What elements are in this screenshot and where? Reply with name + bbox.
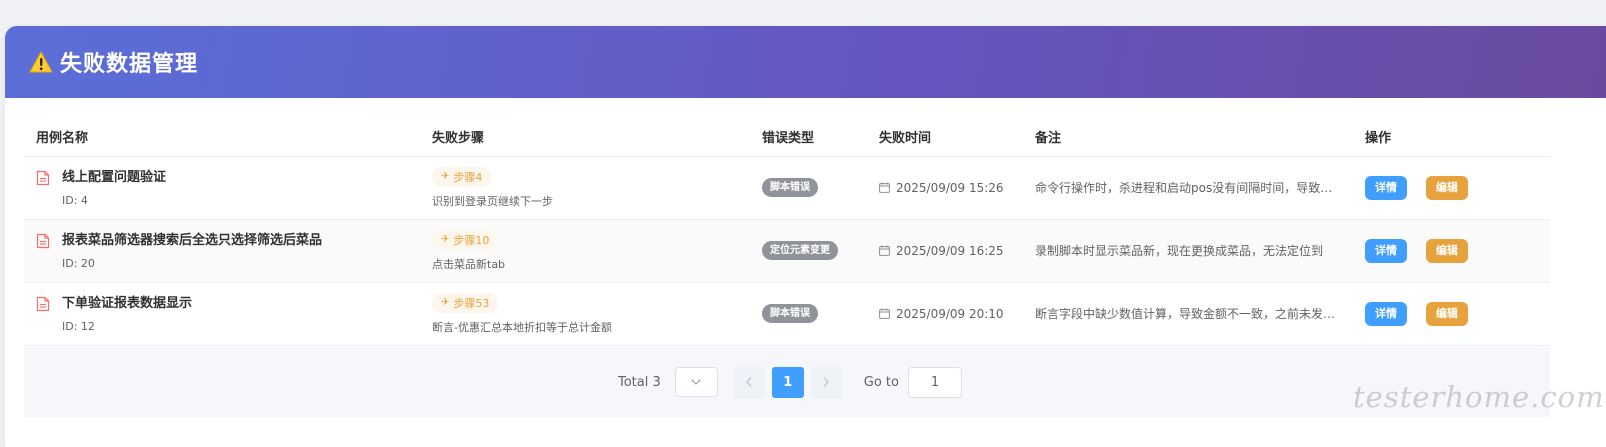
- document-icon: [36, 170, 50, 185]
- pin-icon: ✈: [441, 234, 450, 245]
- prev-page-button[interactable]: [733, 366, 765, 398]
- cell-failed-step: ✈ 步骤53 断言-优惠汇总本地折扣等于总计金额: [420, 282, 750, 346]
- cell-actions: 详情 编辑: [1353, 282, 1550, 346]
- cell-note: 录制脚本时显示菜品新，现在更换成菜品，无法定位到: [1023, 219, 1353, 283]
- cell-case-name: 线上配置问题验证 ID: 4: [24, 156, 420, 220]
- page-title: 失败数据管理: [60, 52, 199, 77]
- step-tag: ✈ 步骤4: [432, 166, 492, 187]
- case-name: 下单验证报表数据显示: [62, 295, 193, 311]
- step-label: 步骤4: [453, 170, 483, 184]
- column-header-actions: 操作: [1353, 118, 1550, 157]
- table-row: 线上配置问题验证 ID: 4 ✈ 步骤4 识别到登录页继续下一步 脚本错误 20…: [24, 156, 1550, 220]
- detail-button[interactable]: 详情: [1365, 238, 1407, 263]
- step-tag: ✈ 步骤10: [432, 229, 499, 250]
- detail-button[interactable]: 详情: [1365, 301, 1407, 326]
- next-page-button[interactable]: [810, 366, 842, 398]
- note-text: 命令行操作时，杀进程和启动pos没有间隔时间，导致启动失败: [1035, 181, 1353, 195]
- case-name: 报表菜品筛选器搜索后全选只选择筛选后菜品: [62, 232, 323, 248]
- edit-button[interactable]: 编辑: [1425, 301, 1468, 326]
- column-header-failed-step[interactable]: 失败步骤: [420, 118, 750, 157]
- case-id: ID: 12: [62, 319, 95, 333]
- note-text: 断言字段中缺少数值计算，导致金额不一致，之前未发现该问题: [1035, 307, 1353, 321]
- cell-actions: 详情 编辑: [1353, 219, 1550, 283]
- calendar-icon: [879, 245, 890, 256]
- note-text: 录制脚本时显示菜品新，现在更换成菜品，无法定位到: [1035, 244, 1324, 258]
- cell-error-type: 定位元素变更: [750, 219, 867, 283]
- edit-button[interactable]: 编辑: [1425, 238, 1468, 263]
- table-row: 报表菜品筛选器搜索后全选只选择筛选后菜品 ID: 20 ✈ 步骤10 点击菜品新…: [24, 219, 1550, 283]
- table-row: 下单验证报表数据显示 ID: 12 ✈ 步骤53 断言-优惠汇总本地折扣等于总计…: [24, 282, 1550, 346]
- column-header-error-type[interactable]: 错误类型: [750, 118, 867, 157]
- chevron-left-icon: [746, 377, 752, 387]
- step-description: 断言-优惠汇总本地折扣等于总计金额: [432, 320, 612, 334]
- cell-failed-time: 2025/09/09 20:10: [867, 282, 1023, 346]
- failed-time: 2025/09/09 20:10: [896, 306, 1004, 321]
- table-header-row: 用例名称 失败步骤 错误类型 失败时间 备注 操作: [24, 118, 1550, 157]
- cell-case-name: 下单验证报表数据显示 ID: 12: [24, 282, 420, 346]
- goto-label: Go to: [863, 374, 899, 390]
- error-type-badge: 定位元素变更: [762, 241, 838, 260]
- step-label: 步骤10: [453, 233, 490, 247]
- cell-error-type: 脚本错误: [750, 282, 867, 346]
- pin-icon: ✈: [441, 171, 450, 182]
- column-header-note[interactable]: 备注: [1023, 118, 1353, 157]
- cell-case-name: 报表菜品筛选器搜索后全选只选择筛选后菜品 ID: 20: [24, 219, 420, 283]
- watermark: testerhome.com: [1353, 380, 1605, 414]
- failed-time: 2025/09/09 16:25: [896, 243, 1004, 258]
- page-size-select[interactable]: [674, 367, 718, 397]
- cell-failed-step: ✈ 步骤10 点击菜品新tab: [420, 219, 750, 283]
- warning-icon: [29, 51, 53, 73]
- cell-failed-time: 2025/09/09 15:26: [867, 156, 1023, 220]
- cell-failed-step: ✈ 步骤4 识别到登录页继续下一步: [420, 156, 750, 220]
- document-icon: [36, 296, 50, 311]
- chevron-down-icon: [691, 379, 702, 385]
- chevron-right-icon: [823, 377, 830, 387]
- column-header-case-name[interactable]: 用例名称: [24, 118, 420, 157]
- failed-time: 2025/09/09 15:26: [896, 180, 1004, 195]
- case-name: 线上配置问题验证: [62, 169, 167, 185]
- pin-icon: ✈: [441, 297, 450, 308]
- step-description: 识别到登录页继续下一步: [432, 194, 553, 208]
- step-label: 步骤53: [453, 296, 490, 310]
- cell-failed-time: 2025/09/09 16:25: [867, 219, 1023, 283]
- case-id: ID: 20: [62, 256, 95, 270]
- edit-button[interactable]: 编辑: [1425, 175, 1468, 200]
- pagination: Total 3 1 Go to: [24, 347, 1550, 417]
- failure-table: 用例名称 失败步骤 错误类型 失败时间 备注 操作 线上配置问题验证 ID: 4…: [24, 118, 1550, 346]
- error-type-badge: 脚本错误: [762, 178, 818, 197]
- cell-note: 命令行操作时，杀进程和启动pos没有间隔时间，导致启动失败: [1023, 156, 1353, 220]
- page-number-active[interactable]: 1: [771, 366, 804, 398]
- step-description: 点击菜品新tab: [432, 257, 506, 271]
- detail-button[interactable]: 详情: [1365, 175, 1407, 200]
- case-id: ID: 4: [62, 193, 88, 207]
- goto-page-input[interactable]: [907, 366, 962, 398]
- step-tag: ✈ 步骤53: [432, 292, 499, 313]
- column-header-failed-time[interactable]: 失败时间: [867, 118, 1023, 157]
- calendar-icon: [879, 308, 890, 319]
- cell-error-type: 脚本错误: [750, 156, 867, 220]
- total-count: Total 3: [618, 374, 661, 390]
- calendar-icon: [879, 182, 890, 193]
- cell-note: 断言字段中缺少数值计算，导致金额不一致，之前未发现该问题: [1023, 282, 1353, 346]
- cell-actions: 详情 编辑: [1353, 156, 1550, 220]
- error-type-badge: 脚本错误: [762, 304, 818, 323]
- card-header: 失败数据管理: [5, 26, 1606, 98]
- document-icon: [36, 233, 50, 248]
